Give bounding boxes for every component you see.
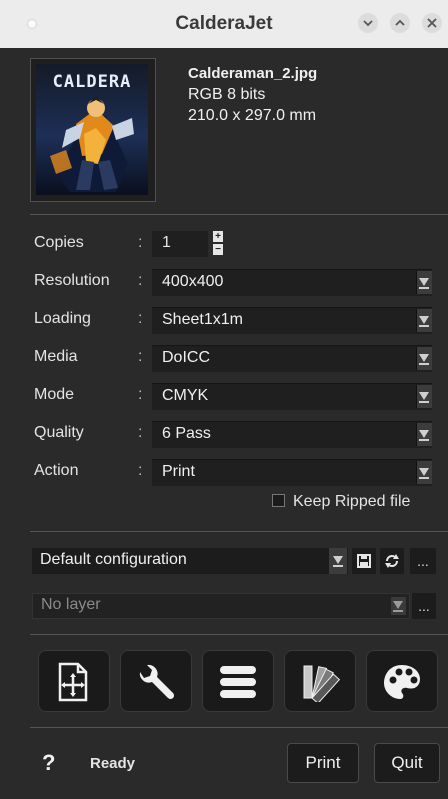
file-info: Calderaman_2.jpg RGB 8 bits 210.0 x 297.… <box>188 63 317 126</box>
layer-select[interactable]: No layer <box>32 593 410 619</box>
chevron-down-icon <box>363 20 373 27</box>
queue-button[interactable] <box>202 650 274 712</box>
dropdown-arrow-icon[interactable] <box>416 271 432 294</box>
mode-label: Mode <box>34 386 75 403</box>
divider <box>30 531 448 532</box>
help-icon[interactable]: ? <box>42 750 55 776</box>
action-select[interactable]: Print <box>152 459 432 486</box>
color-swatches-button[interactable] <box>284 650 356 712</box>
superhero-illustration <box>50 96 134 192</box>
close-icon <box>427 18 437 28</box>
dropdown-arrow-icon[interactable] <box>416 423 432 446</box>
quality-label: Quality <box>34 424 84 441</box>
mode-select[interactable]: CMYK <box>152 383 432 410</box>
resolution-row: Resolution : 400x400 <box>0 267 448 296</box>
minimize-button[interactable] <box>358 13 378 33</box>
resolution-label: Resolution <box>34 272 110 289</box>
divider <box>30 214 448 215</box>
palette-button[interactable] <box>366 650 438 712</box>
file-name: Calderaman_2.jpg <box>188 65 318 82</box>
open-file-button[interactable] <box>38 650 110 712</box>
divider <box>30 634 448 635</box>
print-button[interactable]: Print <box>287 743 359 783</box>
file-dimensions: 210.0 x 297.0 mm <box>188 107 317 124</box>
window-title: CalderaJet <box>175 13 273 34</box>
settings-button[interactable] <box>120 650 192 712</box>
dropdown-arrow-icon[interactable] <box>416 385 432 408</box>
copies-input[interactable]: 1 <box>152 231 208 257</box>
title-bar: CalderaJet <box>0 0 448 48</box>
refresh-icon <box>385 554 399 568</box>
media-label: Media <box>34 348 78 365</box>
color-swatches-icon <box>303 665 340 702</box>
action-row: Action : Print <box>0 457 448 486</box>
dropdown-arrow-icon[interactable] <box>329 548 347 574</box>
chevron-up-icon <box>395 19 405 26</box>
dropdown-arrow-icon[interactable] <box>416 461 432 484</box>
palette-icon <box>384 665 420 699</box>
copies-row: Copies : 1 + − <box>0 229 448 257</box>
divider <box>30 727 448 728</box>
maximize-button[interactable] <box>390 13 410 33</box>
media-row: Media : DoICC <box>0 343 448 372</box>
keep-ripped-label: Keep Ripped file <box>293 493 411 510</box>
open-file-icon <box>58 662 88 702</box>
refresh-config-button[interactable] <box>380 548 404 574</box>
loading-row: Loading : Sheet1x1m <box>0 305 448 334</box>
config-more-button[interactable]: ... <box>410 548 436 574</box>
status-text: Ready <box>90 755 136 772</box>
dropdown-arrow-icon[interactable] <box>391 597 406 615</box>
copies-stepper[interactable]: + − <box>213 231 225 257</box>
configuration-select[interactable]: Default configuration <box>32 548 348 574</box>
save-icon <box>357 554 371 568</box>
loading-select[interactable]: Sheet1x1m <box>152 307 432 334</box>
quit-button[interactable]: Quit <box>374 743 440 783</box>
increment-icon[interactable]: + <box>213 231 223 242</box>
resolution-select[interactable]: 400x400 <box>152 269 432 296</box>
quality-row: Quality : 6 Pass <box>0 419 448 448</box>
quality-select[interactable]: 6 Pass <box>152 421 432 448</box>
mode-row: Mode : CMYK <box>0 381 448 410</box>
file-color-mode: RGB 8 bits <box>188 86 266 103</box>
dropdown-arrow-icon[interactable] <box>416 347 432 370</box>
image-thumbnail[interactable]: CALDERA <box>30 58 156 202</box>
loading-label: Loading <box>34 310 91 327</box>
list-icon <box>220 666 256 698</box>
wrench-icon <box>139 664 175 700</box>
copies-label: Copies <box>34 234 84 251</box>
save-config-button[interactable] <box>352 548 376 574</box>
dropdown-arrow-icon[interactable] <box>416 309 432 332</box>
media-select[interactable]: DoICC <box>152 345 432 372</box>
keep-ripped-checkbox[interactable]: Keep Ripped file <box>272 493 410 511</box>
action-label: Action <box>34 462 79 479</box>
decrement-icon[interactable]: − <box>213 244 223 255</box>
layer-more-button[interactable]: ... <box>412 593 436 619</box>
close-button[interactable] <box>422 13 442 33</box>
checkbox-icon[interactable] <box>272 494 285 507</box>
